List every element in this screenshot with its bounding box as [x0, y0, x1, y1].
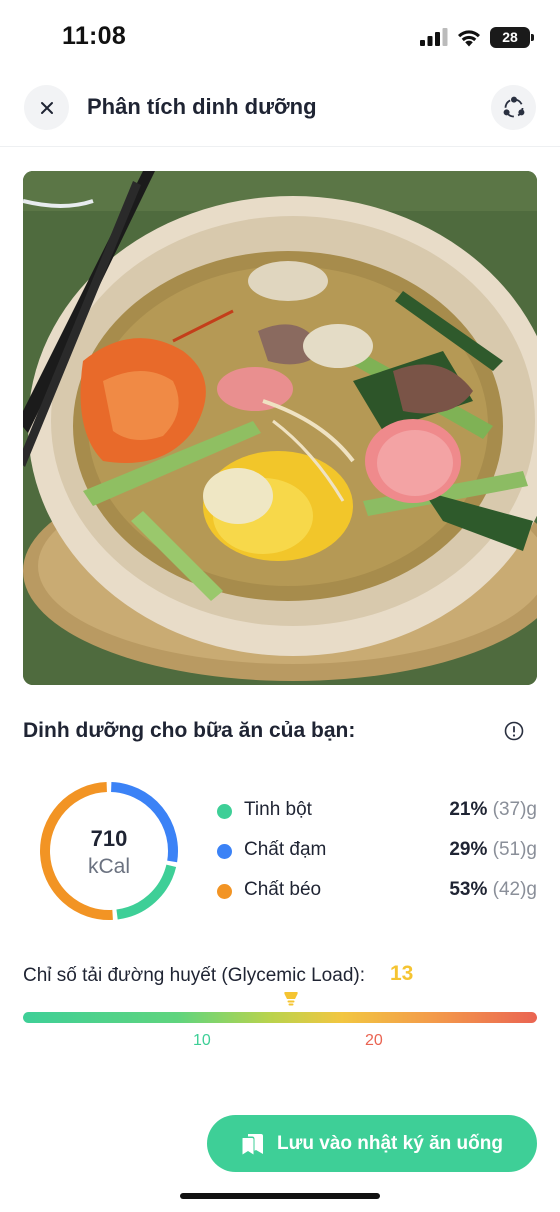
protein-color-dot — [217, 844, 232, 859]
status-bar: 11:08 28 — [0, 0, 560, 70]
macro-grams: (37)g — [492, 799, 537, 820]
save-to-diary-button[interactable]: Lưu vào nhật ký ăn uống — [207, 1115, 537, 1172]
fat-color-dot — [217, 884, 232, 899]
save-button-label: Lưu vào nhật ký ăn uống — [277, 1132, 503, 1154]
info-icon[interactable] — [503, 720, 525, 742]
carbs-color-dot — [217, 804, 232, 819]
food-photo — [23, 171, 537, 685]
macro-row-protein: Chất đạm 29% (51)g — [217, 836, 537, 866]
macro-percent: 29% — [449, 839, 488, 860]
macro-grams: (51)g — [492, 839, 537, 860]
status-time: 11:08 — [62, 22, 127, 50]
page-title: Phân tích dinh dưỡng — [87, 94, 317, 119]
gl-tick-20: 20 — [365, 1032, 383, 1049]
cellular-signal-icon — [420, 28, 448, 46]
macro-label: Chất béo — [244, 879, 322, 900]
bookmark-icon — [242, 1133, 264, 1154]
glycemic-load-scale-bar — [23, 1012, 537, 1023]
gl-tick-10: 10 — [193, 1032, 211, 1049]
macro-value: 21% (37)g — [449, 799, 537, 821]
share-icon — [503, 96, 524, 117]
glycemic-load-value: 13 — [390, 962, 414, 985]
wifi-icon — [458, 29, 480, 46]
battery-indicator: 28 — [490, 26, 534, 48]
home-indicator — [180, 1193, 380, 1199]
macro-percent: 53% — [449, 879, 488, 900]
battery-level: 28 — [502, 29, 518, 45]
calorie-value: 710 — [90, 826, 128, 851]
nutrition-section-title: Dinh dưỡng cho bữa ăn của bạn: — [23, 719, 356, 742]
glycemic-load-label: Chỉ số tải đường huyết (Glycemic Load): — [23, 965, 365, 986]
macro-value: 29% (51)g — [449, 839, 537, 861]
header-divider — [0, 146, 560, 147]
macro-percent: 21% — [449, 799, 488, 820]
close-icon — [40, 101, 53, 114]
macro-row-carbs: Tinh bột 21% (37)g — [217, 796, 537, 826]
macro-label: Chất đạm — [244, 839, 327, 860]
share-button[interactable] — [491, 85, 536, 130]
header: Phân tích dinh dưỡng — [0, 82, 560, 144]
macro-value: 53% (42)g — [449, 879, 537, 901]
macro-row-fat: Chất béo 53% (42)g — [217, 876, 537, 906]
macro-grams: (42)g — [492, 879, 537, 900]
macro-label: Tinh bột — [244, 799, 312, 820]
close-button[interactable] — [24, 85, 69, 130]
status-icons: 28 — [420, 26, 534, 48]
calorie-unit: kCal — [87, 855, 130, 878]
lightbulb-icon — [284, 992, 298, 1006]
